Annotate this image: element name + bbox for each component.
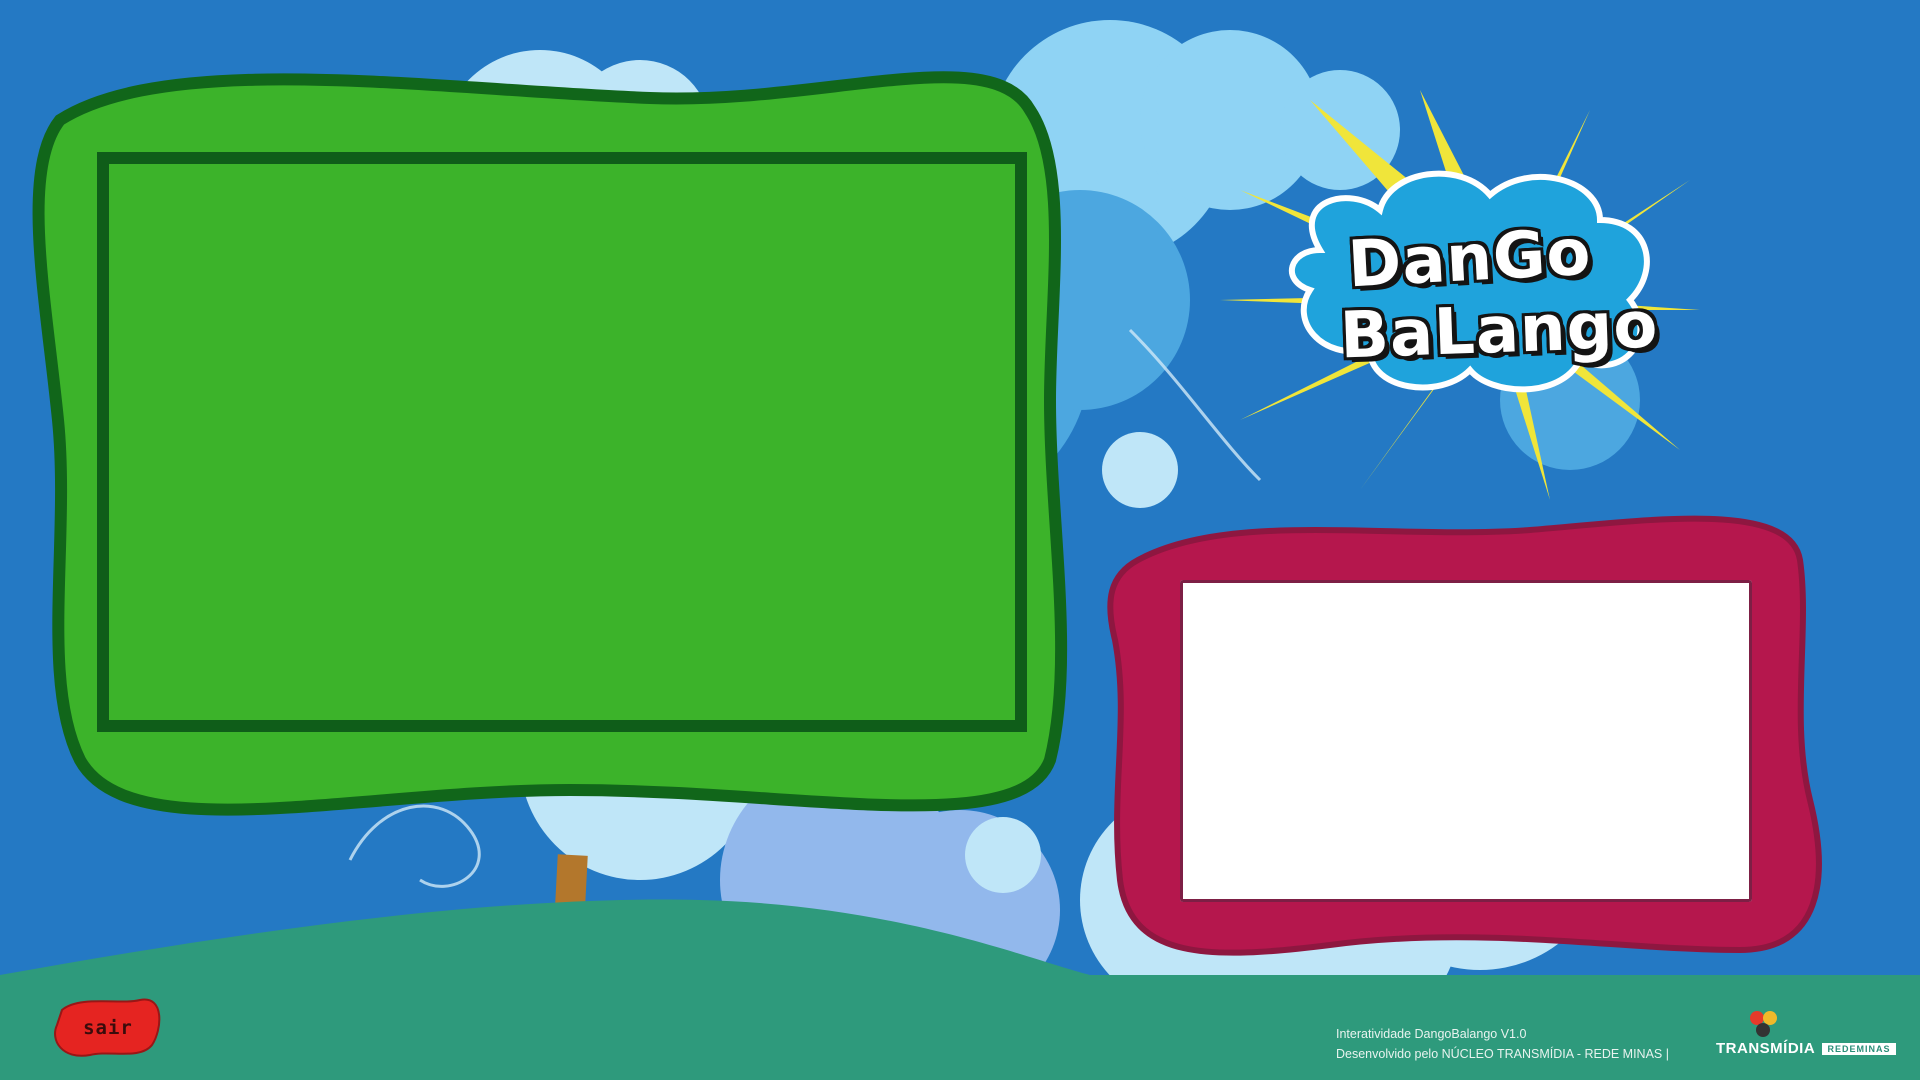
brand-redeminas: REDEMINAS [1822,1043,1896,1055]
logo-text-dango: DanGo [1346,215,1594,303]
credit-line-version: Interatividade DangoBalango V1.0 [1336,1027,1527,1041]
info-screen [1180,580,1752,902]
brand-transmidia: TRANSMÍDIA [1716,1040,1816,1057]
video-screen [103,158,1021,726]
credit-line-developer: Desenvolvido pelo NÚCLEO TRANSMÍDIA - RE… [1336,1047,1669,1061]
exit-button[interactable]: sair [56,1000,160,1056]
exit-button-label: sair [83,1017,133,1039]
credits: Interatividade DangoBalango V1.0 Desenvo… [1336,1024,1669,1064]
logo-text-balango: BaLango [1338,288,1660,374]
